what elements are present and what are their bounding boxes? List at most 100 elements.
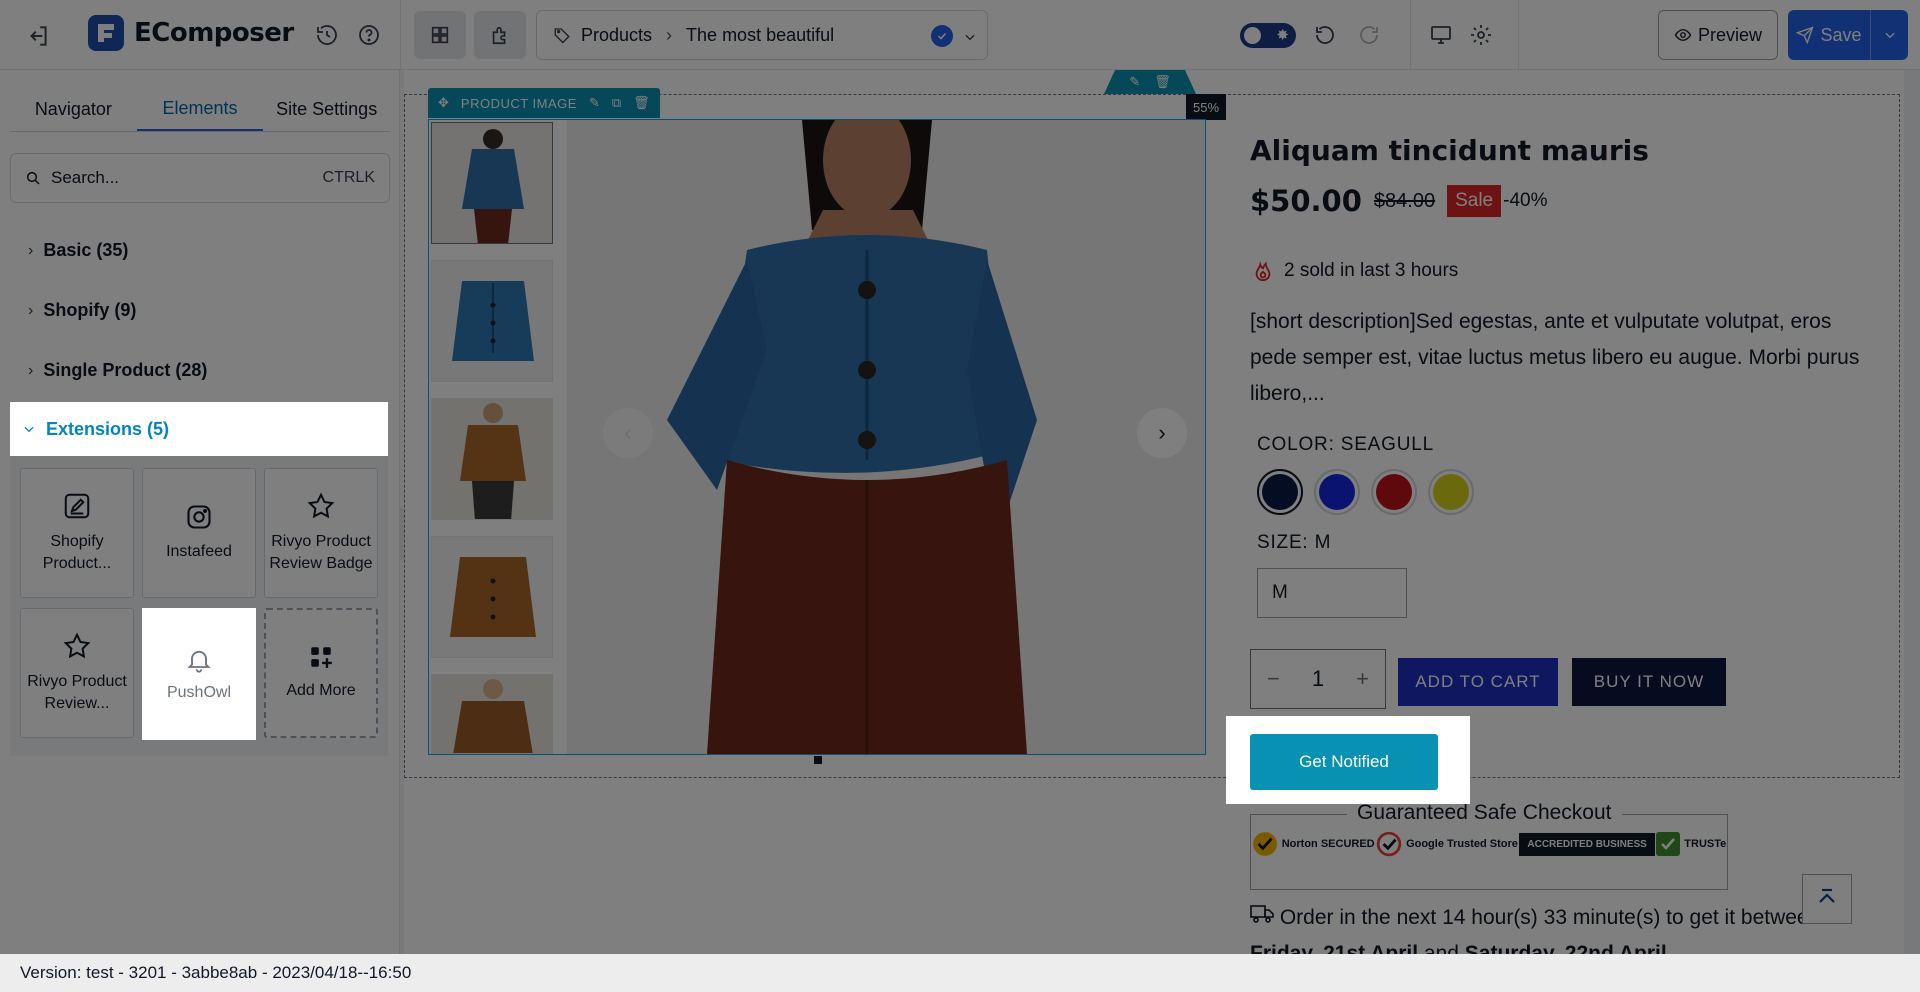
product-title: Aliquam tincidunt mauris	[1250, 134, 1649, 167]
tag-icon	[554, 28, 570, 44]
color-swatch[interactable]	[1314, 469, 1360, 515]
size-select[interactable]: M	[1257, 568, 1407, 618]
check-icon	[1376, 831, 1402, 857]
buy-now-button[interactable]: BUY IT NOW	[1572, 658, 1726, 706]
version-bar: Version: test - 3201 - 3abbe8ab - 2023/0…	[0, 954, 1920, 992]
sold-text: 2 sold in last 3 hours	[1284, 260, 1459, 281]
badge-text: Google Trusted Store	[1406, 838, 1518, 850]
plus-icon[interactable]: +	[1356, 666, 1369, 692]
gear-icon[interactable]	[1468, 22, 1494, 48]
section-toolbar: ✎ 🗑	[1104, 70, 1196, 94]
sidebar-tabs: Navigator Elements Site Settings	[10, 88, 390, 132]
tab-elements[interactable]: Elements	[136, 88, 264, 131]
save-label: Save	[1820, 24, 1862, 45]
help-icon[interactable]	[356, 22, 382, 48]
extension-instafeed[interactable]: Instafeed	[142, 468, 256, 598]
swatch-fill	[1319, 474, 1355, 510]
extension-rivyo-review-badge[interactable]: Rivyo Product Review Badge	[264, 468, 378, 598]
toggle-knob	[1244, 27, 1261, 44]
search-input[interactable]	[51, 168, 323, 188]
tab-site-settings[interactable]: Site Settings	[263, 88, 390, 131]
bell-icon	[187, 650, 211, 673]
save-main[interactable]: Save	[1788, 10, 1870, 60]
apps-button[interactable]	[474, 11, 526, 59]
app-name: EComposer	[134, 18, 294, 48]
redo-icon[interactable]	[1356, 22, 1382, 48]
scroll-to-top-button[interactable]	[1802, 874, 1852, 924]
extension-shopify-product[interactable]: Shopify Product...	[20, 468, 134, 598]
color-swatch[interactable]	[1428, 469, 1474, 515]
norton-badge: Norton SECURED	[1252, 831, 1375, 857]
divider	[1410, 0, 1411, 70]
history-icon[interactable]	[314, 22, 340, 48]
save-options-chevron-icon[interactable]	[1870, 10, 1908, 60]
previous-image-button[interactable]: ‹	[603, 408, 653, 458]
add-more-extensions[interactable]: Add More	[264, 608, 378, 738]
bbb-badge: ACCREDITED BUSINESS	[1519, 832, 1655, 856]
resize-handle[interactable]	[814, 756, 822, 764]
thumbnail-2[interactable]	[431, 260, 553, 382]
category-basic[interactable]: › Basic (35)	[28, 240, 128, 261]
product-image-element[interactable]: ‹ ›	[428, 119, 1206, 755]
highlighted-extensions-category[interactable]: Extensions (5)	[10, 402, 388, 456]
delivery-estimate: Order in the next 14 hour(s) 33 minute(s…	[1250, 900, 1850, 954]
page-selector[interactable]: Products › The most beautiful	[536, 10, 988, 60]
sale-badge: Sale	[1447, 185, 1502, 217]
chevron-down-icon	[24, 426, 34, 433]
quantity-value[interactable]: 1	[1312, 666, 1324, 692]
thumbnail-4[interactable]	[431, 536, 553, 658]
duplicate-icon[interactable]: ⧉	[612, 95, 621, 111]
price-row: $50.00 $84.00 Sale -40%	[1250, 184, 1547, 218]
safe-checkout-box: Guaranteed Safe Checkout Norton SECURED …	[1250, 801, 1728, 890]
canvas-scrollbar[interactable]	[1904, 70, 1920, 954]
editor-canvas: ✎ 🗑 ✥ PRODUCT IMAGE ✎ ⧉ 🗑 55% ‹ › Aliqua…	[404, 70, 1920, 954]
puzzle-icon	[492, 26, 506, 45]
preview-button[interactable]: Preview	[1658, 10, 1778, 60]
add-to-cart-button[interactable]: ADD TO CART	[1398, 658, 1558, 706]
category-label: Single Product (28)	[43, 360, 208, 380]
app-logo: EComposer	[88, 15, 294, 51]
thumbnail-5[interactable]	[431, 674, 553, 754]
highlighted-pushowl-card[interactable]: PushOwl	[142, 608, 256, 740]
order-and: and	[1423, 942, 1459, 954]
desktop-view-icon[interactable]	[1428, 22, 1454, 48]
color-label: COLOR: SEAGULL	[1257, 434, 1434, 455]
short-description: [short description]Sed egestas, ante et …	[1250, 310, 1860, 405]
thumbnail-1[interactable]	[431, 122, 553, 244]
undo-icon[interactable]	[1312, 22, 1338, 48]
get-notified-button[interactable]: Get Notified	[1250, 734, 1438, 790]
move-icon[interactable]: ✥	[438, 95, 449, 111]
flame-icon	[1255, 261, 1271, 282]
color-swatch[interactable]	[1371, 469, 1417, 515]
chevron-right-icon: ›	[28, 361, 34, 379]
dark-mode-toggle[interactable]: ✸	[1240, 23, 1296, 48]
google-badge: Google Trusted Store	[1376, 831, 1518, 857]
next-image-button[interactable]: ›	[1137, 408, 1187, 458]
minus-icon[interactable]: −	[1267, 666, 1280, 692]
trash-icon[interactable]: 🗑	[633, 95, 650, 111]
save-button[interactable]: Save	[1788, 10, 1908, 60]
elements-sidebar: Navigator Elements Site Settings CTRLK ›…	[0, 70, 400, 954]
chevron-down-icon[interactable]	[963, 28, 977, 49]
trash-icon[interactable]: 🗑	[1154, 74, 1171, 90]
category-label: Extensions (5)	[46, 418, 170, 439]
pencil-icon[interactable]: ✎	[1129, 74, 1140, 90]
add-apps-icon	[311, 647, 332, 668]
sold-counter: 2 sold in last 3 hours	[1252, 260, 1458, 282]
pencil-icon[interactable]: ✎	[589, 95, 600, 111]
extension-label: Add More	[286, 682, 356, 699]
extension-rivyo-review[interactable]: Rivyo Product Review...	[20, 608, 134, 738]
search-shortcut: CTRLK	[322, 169, 375, 186]
thumbnail-list	[431, 122, 555, 754]
category-label: Basic (35)	[43, 240, 129, 260]
thumbnail-3[interactable]	[431, 398, 553, 520]
category-single-product[interactable]: › Single Product (28)	[28, 360, 207, 381]
color-swatch[interactable]	[1257, 469, 1303, 515]
exit-icon[interactable]	[24, 22, 52, 50]
extension-label: Rivyo Product Review...	[27, 673, 127, 712]
category-shopify[interactable]: › Shopify (9)	[28, 300, 136, 321]
layout-grid-button[interactable]	[414, 11, 466, 59]
discount-percent: -40%	[1503, 190, 1548, 211]
tab-navigator[interactable]: Navigator	[10, 88, 137, 131]
main-product-photo[interactable]: ‹ ›	[567, 120, 1205, 754]
